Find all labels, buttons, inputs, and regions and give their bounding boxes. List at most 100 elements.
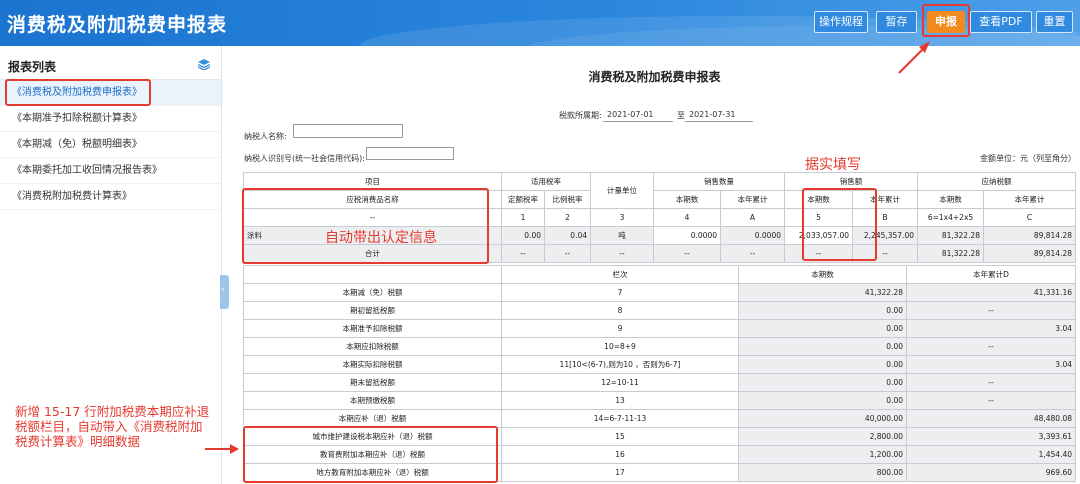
table-row: 本期减（免）税额 7 41,322.28 41,331.16	[243, 283, 1076, 302]
sidebar-title: 报表列表	[8, 60, 57, 74]
ytd-value-cell: 3.04	[906, 319, 1076, 338]
table-cell: --	[544, 244, 591, 263]
col-header-rate: 适用税率	[501, 172, 591, 191]
current-value-cell: 41,322.28	[738, 283, 907, 302]
table-row: 本期应补（退）税额 14=6-7-11-13 40,000.00 48,480.08	[243, 409, 1076, 428]
current-value-cell: 800.00	[738, 463, 907, 482]
col-header-ytd: 本年累计D	[906, 265, 1076, 284]
reset-button[interactable]: 重置	[1036, 11, 1073, 33]
current-value-cell: 0.00	[738, 373, 907, 392]
current-value-cell: 1,200.00	[738, 445, 907, 464]
sidebar-item-surcharge-calc[interactable]: 《消费税附加税费计算表》	[0, 184, 221, 210]
col-header-current: 本期数	[738, 265, 907, 284]
line-no-cell: 10=8+9	[501, 337, 739, 356]
amt-ytd-cell: 2,245,357.00	[852, 226, 918, 245]
row-label-cell: 地方教育附加本期应补（退）税额	[243, 463, 502, 482]
table-cell: --	[720, 244, 785, 263]
col-header-unit: 计量单位	[590, 172, 654, 209]
annotation-line: 税费计算表》明细数据	[15, 434, 141, 449]
col-header-blank	[243, 265, 502, 284]
col-header-sales-qty: 销售数量	[653, 172, 785, 191]
col-header-amt-ytd: 本年累计	[852, 190, 918, 209]
ratio-rate-cell: 0.04	[544, 226, 591, 245]
ytd-value-cell: --	[906, 373, 1076, 392]
sidebar-item-main-return[interactable]: 《消费税及附加税费申报表》	[0, 80, 221, 106]
unit-cell: 吨	[590, 226, 654, 245]
ytd-value-cell: 1,454.40	[906, 445, 1076, 464]
col-header-sales-amt: 销售额	[784, 172, 918, 191]
save-draft-button[interactable]: 暂存	[876, 11, 917, 33]
table-cell: 3	[590, 208, 654, 227]
taxpayer-id-field[interactable]	[366, 147, 454, 160]
auto-info-annotation: 自动带出认定信息	[325, 230, 437, 246]
table-cell: B	[852, 208, 918, 227]
col-header-tax-ytd: 本年累计	[983, 190, 1076, 209]
ytd-value-cell: 3,393.61	[906, 427, 1076, 446]
qty-current-input[interactable]: 0.0000	[653, 226, 721, 245]
red-arrow-icon	[205, 444, 239, 454]
table-cell: 1	[501, 208, 545, 227]
annotation-line: 税额栏目，自动带入《消费税附加	[15, 419, 203, 434]
submit-button[interactable]: 申报	[927, 11, 965, 33]
line-no-cell: 11[10<(6-7),则为10 ，否则为6-7]	[501, 355, 739, 374]
sidebar-item-deduction-calc[interactable]: 《本期准予扣除税额计算表》	[0, 106, 221, 132]
table-row: 本期应扣除税额 10=8+9 0.00 --	[243, 337, 1076, 356]
current-value-cell: 40,000.00	[738, 409, 907, 428]
ytd-value-cell: 3.04	[906, 355, 1076, 374]
ytd-value-cell: 969.60	[906, 463, 1076, 482]
table-row: 期初留抵税额 8 0.00 --	[243, 301, 1076, 320]
table-cell: 6=1x4+2x5	[917, 208, 984, 227]
form-title: 消费税及附加税费申报表	[588, 70, 721, 84]
total-label-cell: 合计	[243, 244, 502, 263]
col-header-qty-ytd: 本年累计	[720, 190, 785, 209]
table-cell: --	[243, 208, 502, 227]
ytd-value-cell: --	[906, 301, 1076, 320]
col-header-line-no: 栏次	[501, 265, 739, 284]
period-from-field[interactable]: 2021-07-01	[607, 110, 654, 119]
row-label-cell: 教育费附加本期应补（退）税额	[243, 445, 502, 464]
line-no-cell: 15	[501, 427, 739, 446]
total-tax-current-cell: 81,322.28	[917, 244, 984, 263]
table-row: 本期预缴税额 13 0.00 --	[243, 391, 1076, 410]
period-to-field[interactable]: 2021-07-31	[689, 110, 736, 119]
col-header-ratio-rate: 比例税率	[544, 190, 591, 209]
total-tax-ytd-cell: 89,814.28	[983, 244, 1076, 263]
tax-ytd-cell: 89,814.28	[983, 226, 1076, 245]
sidebar-item-processing-report[interactable]: 《本期委托加工收回情况报告表》	[0, 158, 221, 184]
row-label-cell: 期初留抵税额	[243, 301, 502, 320]
ytd-value-cell: --	[906, 337, 1076, 356]
view-pdf-button[interactable]: 查看PDF	[970, 11, 1032, 33]
current-value-cell: 0.00	[738, 337, 907, 356]
table-cell: --	[852, 244, 918, 263]
ytd-value-cell: --	[906, 391, 1076, 410]
line-no-cell: 17	[501, 463, 739, 482]
table-cell: 2	[544, 208, 591, 227]
sidebar-header: 报表列表	[0, 46, 221, 80]
table-cell: --	[590, 244, 654, 263]
row-label-cell: 本期减（免）税额	[243, 283, 502, 302]
row-label-cell: 本期应扣除税额	[243, 337, 502, 356]
current-value-cell: 0.00	[738, 301, 907, 320]
app-title: 消费税及附加税费申报表	[7, 14, 228, 36]
table-cell: 5	[784, 208, 853, 227]
chevron-left-icon: ‹	[221, 285, 225, 295]
tax-current-cell: 81,322.28	[917, 226, 984, 245]
table-cell: --	[653, 244, 721, 263]
amt-current-input[interactable]: 2,033,057.00	[784, 226, 853, 245]
table-cell: --	[784, 244, 853, 263]
sidebar-item-exemption-detail[interactable]: 《本期减（免）税额明细表》	[0, 132, 221, 158]
layers-icon[interactable]	[198, 59, 210, 70]
taxpayer-name-field[interactable]	[293, 124, 403, 138]
current-value-cell: 0.00	[738, 391, 907, 410]
row-label-cell: 城市维护建设税本期应补（退）税额	[243, 427, 502, 446]
guide-button[interactable]: 操作规程	[814, 11, 868, 33]
period-to-label: 至	[677, 111, 685, 120]
main-content: 消费税及附加税费申报表 税款所属期: 2021-07-01 至 2021-07-…	[229, 46, 1080, 484]
line-no-cell: 14=6-7-11-13	[501, 409, 739, 428]
sidebar-collapse-handle[interactable]: ‹	[220, 275, 229, 309]
col-header-amt-current: 本期数	[784, 190, 853, 209]
current-value-cell: 0.00	[738, 319, 907, 338]
current-value-cell: 0.00	[738, 355, 907, 374]
table-row: 期末留抵税额 12=10-11 0.00 --	[243, 373, 1076, 392]
col-header-fixed-rate: 定额税率	[501, 190, 545, 209]
